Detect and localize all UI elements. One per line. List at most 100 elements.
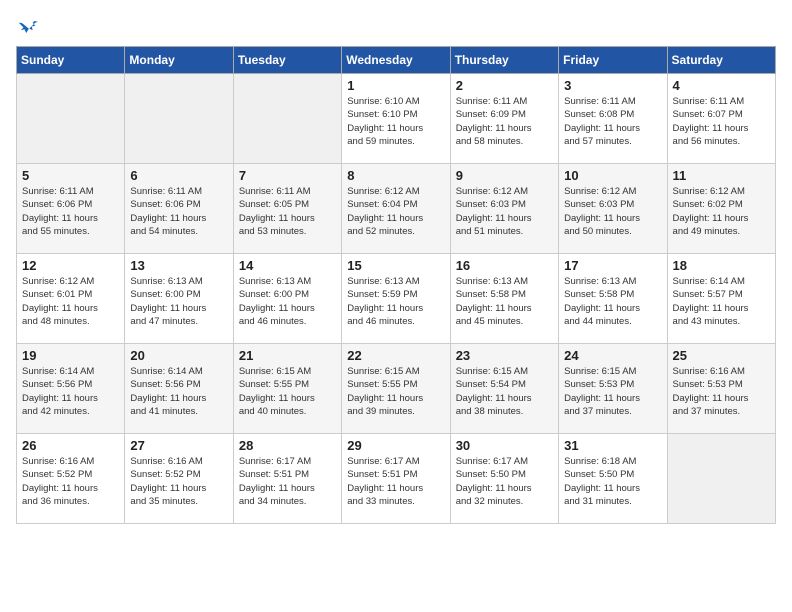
day-info: Sunrise: 6:11 AM Sunset: 6:08 PM Dayligh…	[564, 95, 661, 148]
calendar-cell: 7 Sunrise: 6:11 AM Sunset: 6:05 PM Daylig…	[233, 164, 341, 254]
logo-bird-icon	[18, 16, 40, 38]
day-number: 25	[673, 348, 770, 363]
day-info: Sunrise: 6:13 AM Sunset: 6:00 PM Dayligh…	[130, 275, 227, 328]
calendar-cell	[125, 74, 233, 164]
calendar-cell: 10 Sunrise: 6:12 AM Sunset: 6:03 PM Dayli…	[559, 164, 667, 254]
calendar-cell: 14 Sunrise: 6:13 AM Sunset: 6:00 PM Dayli…	[233, 254, 341, 344]
calendar-cell: 22 Sunrise: 6:15 AM Sunset: 5:55 PM Dayli…	[342, 344, 450, 434]
day-info: Sunrise: 6:10 AM Sunset: 6:10 PM Dayligh…	[347, 95, 444, 148]
calendar-cell: 16Sunrise: 6:13 AM Sunset: 5:58 PM Dayli…	[450, 254, 558, 344]
day-number: 18	[673, 258, 770, 273]
calendar-cell: 11 Sunrise: 6:12 AM Sunset: 6:02 PM Dayli…	[667, 164, 775, 254]
calendar-cell: 3Sunrise: 6:11 AM Sunset: 6:08 PM Daylig…	[559, 74, 667, 164]
week-row-2: 5 Sunrise: 6:11 AM Sunset: 6:06 PM Daylig…	[17, 164, 776, 254]
logo	[16, 16, 40, 38]
weekday-header-friday: Friday	[559, 47, 667, 74]
calendar-table: SundayMondayTuesdayWednesdayThursdayFrid…	[16, 46, 776, 524]
day-info: Sunrise: 6:15 AM Sunset: 5:54 PM Dayligh…	[456, 365, 553, 418]
day-info: Sunrise: 6:11 AM Sunset: 6:06 PM Dayligh…	[22, 185, 119, 238]
day-info: Sunrise: 6:15 AM Sunset: 5:55 PM Dayligh…	[347, 365, 444, 418]
calendar-cell: 31Sunrise: 6:18 AM Sunset: 5:50 PM Dayli…	[559, 434, 667, 524]
day-number: 22	[347, 348, 444, 363]
calendar-cell: 18 Sunrise: 6:14 AM Sunset: 5:57 PM Dayli…	[667, 254, 775, 344]
calendar-cell: 21 Sunrise: 6:15 AM Sunset: 5:55 PM Dayli…	[233, 344, 341, 434]
day-number: 23	[456, 348, 553, 363]
calendar-cell: 26Sunrise: 6:16 AM Sunset: 5:52 PM Dayli…	[17, 434, 125, 524]
weekday-header-saturday: Saturday	[667, 47, 775, 74]
day-number: 29	[347, 438, 444, 453]
day-info: Sunrise: 6:15 AM Sunset: 5:55 PM Dayligh…	[239, 365, 336, 418]
calendar-cell: 9 Sunrise: 6:12 AM Sunset: 6:03 PM Daylig…	[450, 164, 558, 254]
day-info: Sunrise: 6:14 AM Sunset: 5:56 PM Dayligh…	[22, 365, 119, 418]
calendar-cell: 6 Sunrise: 6:11 AM Sunset: 6:06 PM Daylig…	[125, 164, 233, 254]
weekday-header-wednesday: Wednesday	[342, 47, 450, 74]
day-number: 6	[130, 168, 227, 183]
calendar-cell: 20Sunrise: 6:14 AM Sunset: 5:56 PM Dayli…	[125, 344, 233, 434]
day-number: 8	[347, 168, 444, 183]
day-info: Sunrise: 6:17 AM Sunset: 5:51 PM Dayligh…	[347, 455, 444, 508]
calendar-cell: 1 Sunrise: 6:10 AM Sunset: 6:10 PM Daylig…	[342, 74, 450, 164]
day-info: Sunrise: 6:11 AM Sunset: 6:07 PM Dayligh…	[673, 95, 770, 148]
day-number: 4	[673, 78, 770, 93]
day-number: 14	[239, 258, 336, 273]
calendar-cell: 5 Sunrise: 6:11 AM Sunset: 6:06 PM Daylig…	[17, 164, 125, 254]
weekday-header-thursday: Thursday	[450, 47, 558, 74]
calendar-cell: 12 Sunrise: 6:12 AM Sunset: 6:01 PM Dayli…	[17, 254, 125, 344]
day-number: 7	[239, 168, 336, 183]
day-number: 28	[239, 438, 336, 453]
weekday-header-tuesday: Tuesday	[233, 47, 341, 74]
day-info: Sunrise: 6:13 AM Sunset: 5:58 PM Dayligh…	[456, 275, 553, 328]
day-info: Sunrise: 6:17 AM Sunset: 5:50 PM Dayligh…	[456, 455, 553, 508]
day-info: Sunrise: 6:14 AM Sunset: 5:57 PM Dayligh…	[673, 275, 770, 328]
day-number: 26	[22, 438, 119, 453]
calendar-cell	[667, 434, 775, 524]
day-info: Sunrise: 6:11 AM Sunset: 6:05 PM Dayligh…	[239, 185, 336, 238]
day-info: Sunrise: 6:13 AM Sunset: 6:00 PM Dayligh…	[239, 275, 336, 328]
calendar-cell: 23 Sunrise: 6:15 AM Sunset: 5:54 PM Dayli…	[450, 344, 558, 434]
calendar-cell: 19 Sunrise: 6:14 AM Sunset: 5:56 PM Dayli…	[17, 344, 125, 434]
day-info: Sunrise: 6:12 AM Sunset: 6:01 PM Dayligh…	[22, 275, 119, 328]
day-number: 1	[347, 78, 444, 93]
weekday-header-monday: Monday	[125, 47, 233, 74]
day-number: 15	[347, 258, 444, 273]
header	[16, 16, 776, 38]
week-row-5: 26Sunrise: 6:16 AM Sunset: 5:52 PM Dayli…	[17, 434, 776, 524]
calendar-cell: 2Sunrise: 6:11 AM Sunset: 6:09 PM Daylig…	[450, 74, 558, 164]
calendar-cell: 13 Sunrise: 6:13 AM Sunset: 6:00 PM Dayli…	[125, 254, 233, 344]
day-info: Sunrise: 6:11 AM Sunset: 6:09 PM Dayligh…	[456, 95, 553, 148]
calendar-cell: 4 Sunrise: 6:11 AM Sunset: 6:07 PM Daylig…	[667, 74, 775, 164]
day-info: Sunrise: 6:12 AM Sunset: 6:02 PM Dayligh…	[673, 185, 770, 238]
day-number: 11	[673, 168, 770, 183]
day-number: 5	[22, 168, 119, 183]
calendar-cell	[233, 74, 341, 164]
calendar-cell: 8Sunrise: 6:12 AM Sunset: 6:04 PM Daylig…	[342, 164, 450, 254]
day-number: 21	[239, 348, 336, 363]
calendar-cell: 15 Sunrise: 6:13 AM Sunset: 5:59 PM Dayli…	[342, 254, 450, 344]
calendar-cell: 25 Sunrise: 6:16 AM Sunset: 5:53 PM Dayli…	[667, 344, 775, 434]
weekday-header-sunday: Sunday	[17, 47, 125, 74]
calendar-cell: 24 Sunrise: 6:15 AM Sunset: 5:53 PM Dayli…	[559, 344, 667, 434]
day-number: 10	[564, 168, 661, 183]
week-row-1: 1 Sunrise: 6:10 AM Sunset: 6:10 PM Daylig…	[17, 74, 776, 164]
calendar-cell: 27Sunrise: 6:16 AM Sunset: 5:52 PM Dayli…	[125, 434, 233, 524]
week-row-4: 19 Sunrise: 6:14 AM Sunset: 5:56 PM Dayli…	[17, 344, 776, 434]
day-info: Sunrise: 6:15 AM Sunset: 5:53 PM Dayligh…	[564, 365, 661, 418]
day-info: Sunrise: 6:13 AM Sunset: 5:59 PM Dayligh…	[347, 275, 444, 328]
day-number: 24	[564, 348, 661, 363]
weekday-header-row: SundayMondayTuesdayWednesdayThursdayFrid…	[17, 47, 776, 74]
day-info: Sunrise: 6:11 AM Sunset: 6:06 PM Dayligh…	[130, 185, 227, 238]
day-number: 12	[22, 258, 119, 273]
day-number: 17	[564, 258, 661, 273]
calendar-cell: 29 Sunrise: 6:17 AM Sunset: 5:51 PM Dayli…	[342, 434, 450, 524]
day-info: Sunrise: 6:12 AM Sunset: 6:03 PM Dayligh…	[564, 185, 661, 238]
day-info: Sunrise: 6:16 AM Sunset: 5:53 PM Dayligh…	[673, 365, 770, 418]
week-row-3: 12 Sunrise: 6:12 AM Sunset: 6:01 PM Dayli…	[17, 254, 776, 344]
calendar-cell: 30Sunrise: 6:17 AM Sunset: 5:50 PM Dayli…	[450, 434, 558, 524]
day-info: Sunrise: 6:12 AM Sunset: 6:03 PM Dayligh…	[456, 185, 553, 238]
day-number: 31	[564, 438, 661, 453]
day-number: 9	[456, 168, 553, 183]
day-number: 20	[130, 348, 227, 363]
calendar-cell	[17, 74, 125, 164]
day-number: 19	[22, 348, 119, 363]
day-number: 13	[130, 258, 227, 273]
